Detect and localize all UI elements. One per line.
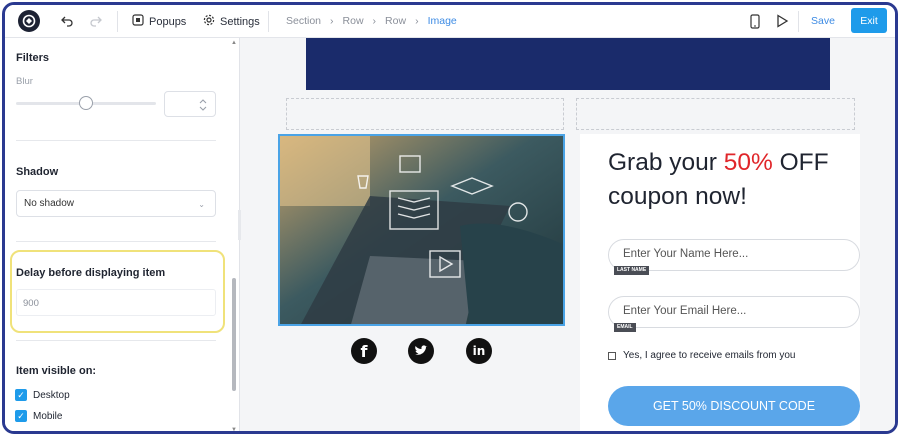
gear-icon (203, 14, 215, 29)
panel-scrollbar-thumb[interactable] (232, 278, 236, 391)
divider (16, 140, 216, 141)
breadcrumb-image[interactable]: Image (428, 15, 457, 27)
scroll-up-arrow-icon[interactable]: ▲ (231, 40, 237, 46)
empty-column-placeholder[interactable] (576, 98, 855, 130)
shadow-title: Shadow (16, 166, 59, 178)
discount-code-button[interactable]: GET 50% DISCOUNT CODE (608, 386, 860, 426)
divider (16, 340, 216, 341)
app-window: Popups Settings Section › Row › Row › Im… (2, 2, 898, 434)
redo-icon[interactable] (89, 14, 103, 31)
scroll-down-arrow-icon[interactable]: ▼ (231, 427, 237, 431)
settings-label: Settings (220, 15, 260, 28)
blur-slider-handle[interactable] (79, 96, 93, 110)
twitter-icon[interactable] (408, 338, 434, 364)
save-button[interactable]: Save (811, 15, 835, 27)
checkbox-checked-icon[interactable]: ✓ (15, 389, 27, 401)
divider (16, 241, 216, 242)
app-logo-icon[interactable] (18, 10, 40, 32)
headline-accent: 50% (723, 149, 773, 176)
top-toolbar: Popups Settings Section › Row › Row › Im… (5, 5, 895, 38)
signup-form-card: Grab your 50% OFF coupon now! Enter Your… (580, 134, 860, 431)
consent-row[interactable]: Yes, I agree to receive emails from you (608, 350, 796, 361)
breadcrumb-row[interactable]: Row (385, 15, 406, 27)
form-headline[interactable]: Grab your 50% OFF coupon now! (608, 146, 858, 214)
email-field[interactable]: Enter Your Email Here... (608, 296, 860, 328)
breadcrumb-row[interactable]: Row (343, 15, 364, 27)
settings-panel: Filters Blur Shadow No shadow ⌄ Delay be… (5, 38, 240, 431)
undo-icon[interactable] (60, 14, 74, 31)
checkbox-checked-icon[interactable]: ✓ (15, 410, 27, 422)
play-icon[interactable] (776, 14, 789, 31)
chevron-right-icon: › (330, 15, 334, 27)
breadcrumb-section[interactable]: Section (286, 15, 321, 27)
popups-icon (132, 14, 144, 29)
consent-label: Yes, I agree to receive emails from you (623, 350, 796, 361)
stepper-arrows-icon (199, 98, 207, 116)
header-banner[interactable] (306, 38, 830, 90)
delay-title: Delay before displaying item (16, 267, 166, 279)
visible-on-title: Item visible on: (16, 365, 97, 377)
hero-image[interactable] (278, 134, 565, 326)
blur-value-stepper[interactable] (164, 91, 216, 117)
popups-button[interactable]: Popups (132, 14, 186, 29)
desktop-label: Desktop (33, 389, 70, 401)
shadow-select-value: No shadow (24, 198, 75, 209)
toolbar-divider (117, 11, 118, 32)
toolbar-divider (268, 11, 269, 32)
toolbar-divider (798, 11, 799, 32)
breadcrumb: Section › Row › Row › Image (286, 15, 457, 27)
exit-button[interactable]: Exit (851, 8, 887, 33)
mobile-preview-icon[interactable] (750, 14, 760, 32)
visible-mobile-row[interactable]: ✓ Mobile (15, 410, 62, 422)
filters-title: Filters (16, 52, 50, 64)
shadow-select[interactable]: No shadow ⌄ (16, 190, 216, 217)
email-field-tag: EMAIL (614, 323, 636, 332)
mobile-label: Mobile (33, 410, 63, 422)
chevron-right-icon: › (372, 15, 377, 27)
chevron-right-icon: › (415, 15, 419, 27)
settings-button[interactable]: Settings (203, 14, 260, 29)
empty-column-placeholder[interactable] (286, 98, 564, 130)
blur-label: Blur (16, 76, 33, 87)
editor-canvas: f in Grab your 50% OFF coupon now! Enter… (241, 38, 895, 431)
delay-input[interactable]: 900 (16, 289, 216, 316)
facebook-icon[interactable]: f (351, 338, 377, 364)
popups-label: Popups (149, 15, 187, 28)
headline-text: Grab your (608, 149, 724, 176)
chevron-down-icon: ⌄ (198, 200, 205, 209)
visible-desktop-row[interactable]: ✓ Desktop (15, 389, 70, 401)
name-field-tag: LAST NAME (614, 266, 650, 275)
consent-checkbox[interactable] (608, 351, 616, 360)
linkedin-icon[interactable]: in (466, 338, 492, 364)
